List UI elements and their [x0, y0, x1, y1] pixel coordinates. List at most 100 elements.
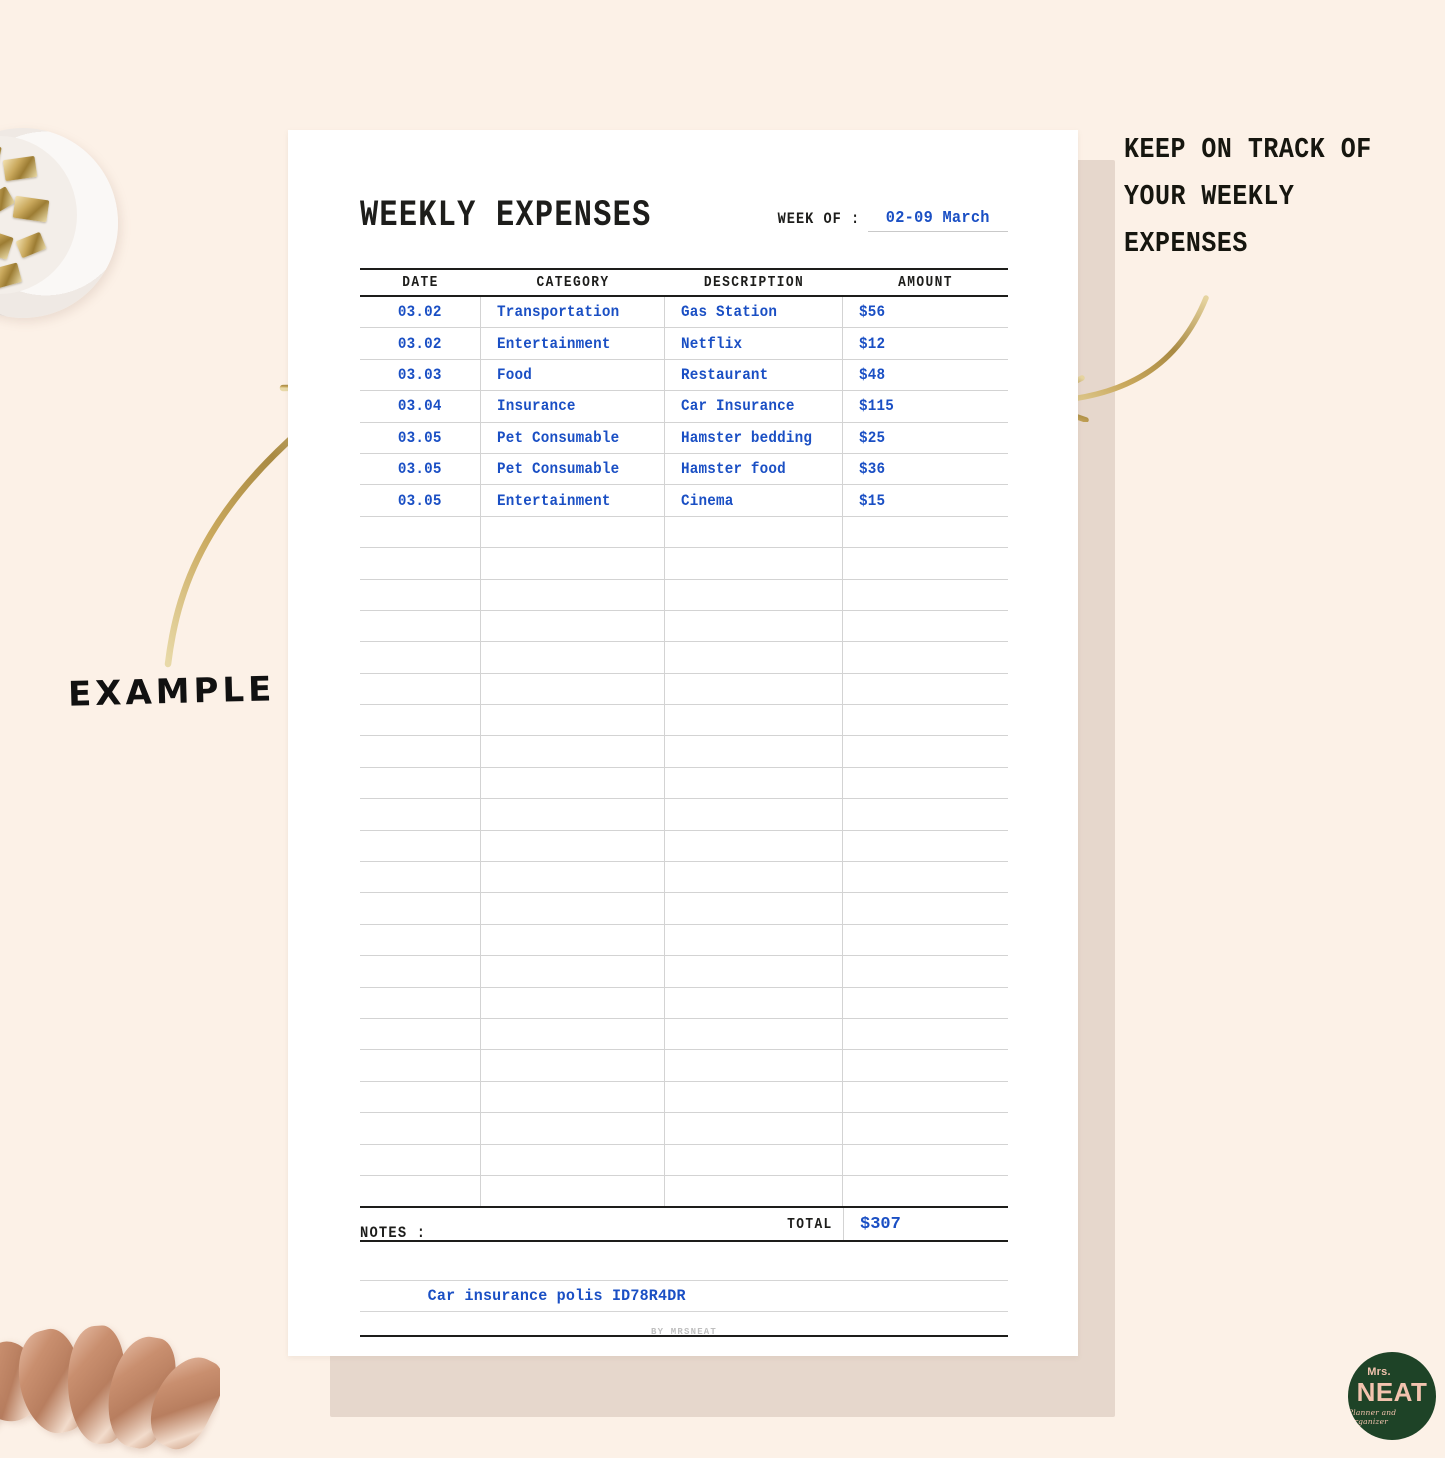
cell-date[interactable] [360, 1175, 481, 1207]
cell-description[interactable]: Netflix [665, 328, 843, 359]
cell-description[interactable] [665, 956, 843, 987]
cell-date[interactable] [360, 893, 481, 924]
cell-description[interactable] [665, 924, 843, 956]
cell-amount[interactable] [843, 768, 1008, 798]
table-row[interactable]: 03.05 Entertainment Cinema $15 [360, 485, 1008, 517]
cell-description[interactable]: Hamster bedding [665, 422, 843, 453]
cell-category[interactable]: Entertainment [481, 485, 665, 516]
cell-category[interactable] [481, 1081, 665, 1113]
cell-date[interactable]: 03.05 [360, 453, 481, 485]
cell-amount[interactable] [843, 988, 1008, 1018]
cell-category[interactable] [481, 610, 665, 642]
cell-category[interactable]: Food [481, 359, 665, 391]
cell-date[interactable] [360, 987, 481, 1018]
cell-date[interactable] [360, 673, 481, 705]
cell-description[interactable] [665, 736, 843, 767]
table-row[interactable] [360, 987, 1008, 1019]
cell-category[interactable]: Insurance [481, 391, 665, 422]
cell-category[interactable] [481, 1050, 665, 1081]
cell-date[interactable] [360, 862, 481, 893]
cell-date[interactable] [360, 1144, 481, 1175]
cell-amount[interactable] [843, 893, 1008, 923]
cell-category[interactable] [481, 924, 665, 956]
cell-category[interactable] [481, 893, 665, 924]
table-row[interactable] [360, 516, 1008, 549]
cell-date[interactable] [360, 956, 481, 987]
cell-description[interactable] [665, 1018, 843, 1050]
cell-description[interactable]: Restaurant [665, 359, 843, 391]
cell-description[interactable]: Hamster food [665, 453, 843, 485]
cell-category[interactable] [481, 1144, 665, 1175]
table-row[interactable] [360, 736, 1008, 768]
cell-amount[interactable]: $48 [843, 360, 1008, 390]
cell-amount[interactable] [843, 736, 1008, 766]
cell-category[interactable] [481, 830, 665, 862]
cell-description[interactable] [665, 1175, 843, 1207]
notes-line-2[interactable]: Car insurance polis ID78R4DR [360, 1281, 1008, 1312]
table-row[interactable]: 03.05 Pet Consumable Hamster food $36 [360, 453, 1008, 486]
cell-amount[interactable] [843, 799, 1008, 829]
cell-amount[interactable] [843, 674, 1008, 704]
table-row[interactable] [360, 1175, 1008, 1207]
table-row[interactable] [360, 548, 1008, 580]
cell-category[interactable] [481, 1175, 665, 1207]
cell-description[interactable] [665, 516, 843, 548]
cell-amount[interactable]: $12 [843, 328, 1008, 358]
table-row[interactable] [360, 956, 1008, 988]
table-row[interactable] [360, 705, 1008, 737]
cell-date[interactable] [360, 1018, 481, 1050]
cell-category[interactable] [481, 516, 665, 548]
cell-description[interactable] [665, 1081, 843, 1113]
table-row[interactable] [360, 924, 1008, 957]
cell-date[interactable] [360, 1113, 481, 1144]
table-row[interactable] [360, 1113, 1008, 1145]
cell-category[interactable] [481, 579, 665, 610]
cell-amount[interactable]: $25 [843, 423, 1008, 453]
cell-amount[interactable]: $115 [843, 391, 1008, 421]
table-row[interactable]: 03.04 Insurance Car Insurance $115 [360, 391, 1008, 423]
cell-amount[interactable] [843, 517, 1008, 547]
cell-amount[interactable] [843, 925, 1008, 955]
table-row[interactable] [360, 1081, 1008, 1114]
cell-description[interactable] [665, 1050, 843, 1081]
cell-description[interactable] [665, 548, 843, 579]
table-row[interactable]: 03.03 Food Restaurant $48 [360, 359, 1008, 392]
cell-date[interactable] [360, 516, 481, 548]
cell-amount[interactable] [843, 1145, 1008, 1175]
cell-amount[interactable] [843, 548, 1008, 578]
cell-amount[interactable] [843, 611, 1008, 641]
cell-category[interactable] [481, 673, 665, 705]
cell-date[interactable] [360, 705, 481, 736]
cell-description[interactable] [665, 673, 843, 705]
cell-amount[interactable]: $15 [843, 485, 1008, 515]
cell-amount[interactable] [843, 1176, 1008, 1206]
cell-description[interactable] [665, 767, 843, 799]
cell-amount[interactable] [843, 1050, 1008, 1080]
week-of-input[interactable]: 02-09 March [868, 209, 1008, 232]
cell-category[interactable]: Pet Consumable [481, 422, 665, 453]
cell-category[interactable] [481, 705, 665, 736]
cell-amount[interactable] [843, 580, 1008, 610]
cell-date[interactable] [360, 736, 481, 767]
cell-description[interactable] [665, 830, 843, 862]
cell-category[interactable] [481, 862, 665, 893]
table-row[interactable] [360, 862, 1008, 894]
cell-amount[interactable] [843, 705, 1008, 735]
cell-date[interactable]: 03.02 [360, 297, 481, 328]
cell-amount[interactable] [843, 642, 1008, 672]
cell-description[interactable] [665, 987, 843, 1018]
table-row[interactable]: 03.02 Entertainment Netflix $12 [360, 328, 1008, 360]
cell-description[interactable]: Car Insurance [665, 391, 843, 422]
cell-description[interactable] [665, 1144, 843, 1175]
cell-date[interactable] [360, 548, 481, 579]
cell-category[interactable] [481, 548, 665, 579]
cell-amount[interactable] [843, 831, 1008, 861]
table-row[interactable]: 03.02 Transportation Gas Station $56 [360, 297, 1008, 329]
cell-category[interactable]: Entertainment [481, 328, 665, 359]
cell-date[interactable]: 03.02 [360, 328, 481, 359]
cell-date[interactable]: 03.03 [360, 359, 481, 391]
cell-description[interactable] [665, 642, 843, 673]
cell-description[interactable] [665, 862, 843, 893]
cell-description[interactable] [665, 893, 843, 924]
table-row[interactable]: 03.05 Pet Consumable Hamster bedding $25 [360, 422, 1008, 454]
